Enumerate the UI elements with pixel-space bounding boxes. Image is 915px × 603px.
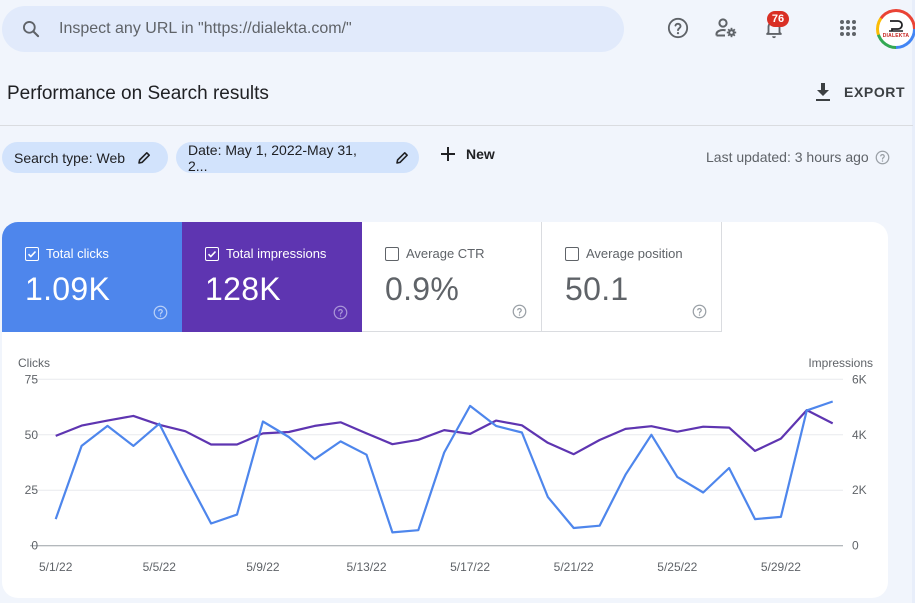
y-left-tick-label: 25 [25, 483, 39, 497]
performance-chart[interactable]: Clicks Impressions 0 25 50 75 0 2K 4K 6K 5/1/2… [2, 222, 888, 598]
x-tick-label: 5/1/22 [39, 560, 73, 574]
help-circle-icon[interactable] [875, 150, 890, 165]
export-label: EXPORT [844, 84, 906, 100]
x-tick-label: 5/17/22 [450, 560, 490, 574]
download-icon [816, 83, 830, 101]
y-left-tick-label: 75 [25, 372, 39, 386]
url-inspection-search[interactable] [2, 6, 624, 52]
help-button[interactable] [666, 16, 690, 40]
account-avatar[interactable]: DIALEKTA [876, 9, 915, 49]
x-tick-label: 5/25/22 [657, 560, 697, 574]
help-circle-icon [667, 17, 689, 39]
performance-card: Total clicks 1.09K Total impressions 128… [2, 222, 888, 598]
x-tick-label: 5/13/22 [346, 560, 386, 574]
y-right-tick-label: 0 [852, 539, 859, 553]
avatar-logo: DIALEKTA [879, 12, 913, 46]
new-filter-label: New [466, 146, 495, 162]
edit-pencil-icon [138, 151, 151, 164]
search-icon [23, 21, 40, 38]
chip-label: Search type: Web [14, 149, 126, 166]
y-right-tick-label: 4K [852, 428, 867, 442]
page-title: Performance on Search results [7, 83, 269, 104]
header-divider [0, 125, 913, 126]
url-inspection-input[interactable] [59, 20, 559, 38]
apps-button[interactable] [836, 16, 860, 40]
edit-pencil-icon [396, 151, 409, 164]
avatar-text: DIALEKTA [882, 32, 910, 39]
dialekta-logo-icon [889, 19, 903, 32]
y-axis-left-label: Clicks [18, 356, 50, 370]
series-line-clicks [54, 400, 834, 534]
notification-count-badge: 76 [767, 11, 789, 27]
grid-apps-icon [840, 20, 856, 36]
plus-icon [441, 147, 455, 161]
y-axis-right-label: Impressions [808, 356, 873, 370]
y-left-tick-label: 0 [31, 539, 38, 553]
last-updated: Last updated: 3 hours ago [706, 149, 890, 165]
x-tick-label: 5/5/22 [143, 560, 177, 574]
filter-chip-date[interactable]: Date: May 1, 2022-May 31, 2... [176, 141, 419, 174]
export-button[interactable]: EXPORT [814, 82, 905, 102]
x-tick-label: 5/29/22 [761, 560, 801, 574]
x-tick-label: 5/21/22 [554, 560, 594, 574]
account-settings-button[interactable] [714, 16, 738, 40]
y-right-tick-label: 6K [852, 372, 867, 386]
filter-chip-search-type[interactable]: Search type: Web [2, 142, 168, 173]
chip-label: Date: May 1, 2022-May 31, 2... [188, 141, 357, 174]
person-gear-icon [715, 18, 737, 38]
x-tick-label: 5/9/22 [246, 560, 280, 574]
y-left-tick-label: 50 [25, 428, 39, 442]
last-updated-text: Last updated: 3 hours ago [706, 149, 869, 165]
new-filter-button[interactable]: New [440, 146, 495, 162]
y-right-tick-label: 2K [852, 483, 867, 497]
